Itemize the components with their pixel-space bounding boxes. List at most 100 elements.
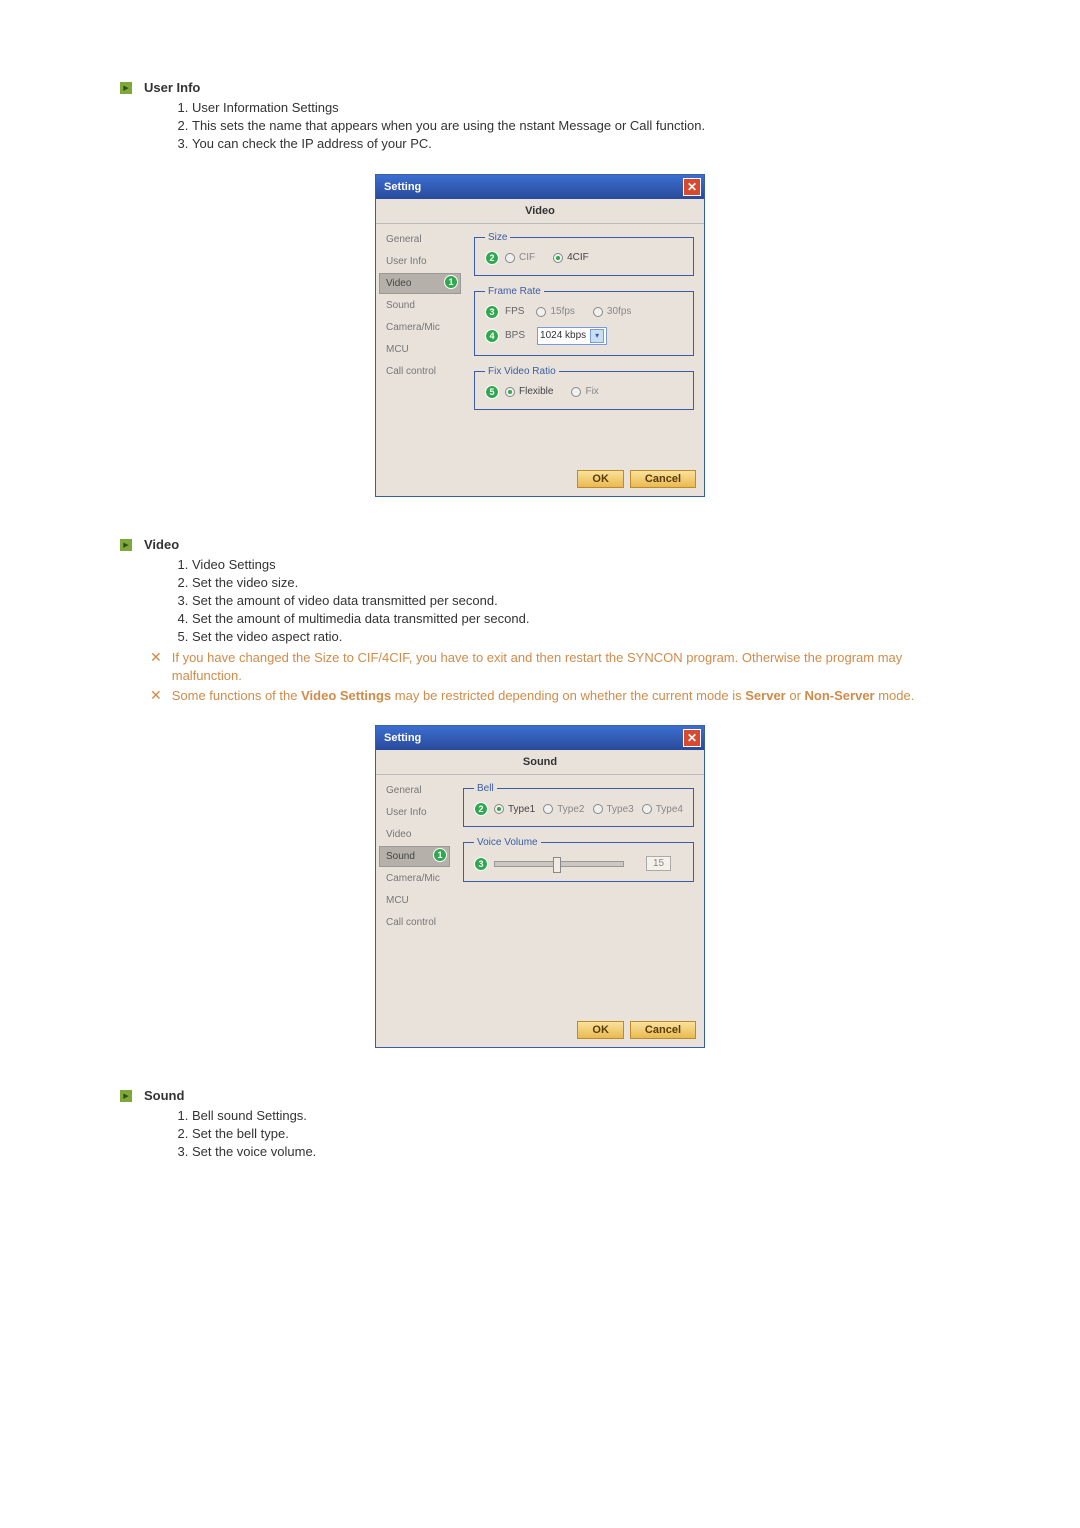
bell-legend: Bell xyxy=(474,783,497,794)
list-item: Set the video aspect ratio. xyxy=(192,628,960,646)
sound-dialog-container: Setting ✕ Sound General User Info Video … xyxy=(120,725,960,1048)
bell-fieldset: Bell 2 Type1 Type2 Type3 Type4 xyxy=(463,783,694,827)
sidebar-item-userinfo[interactable]: User Info xyxy=(379,802,450,823)
dialog-sidebar: General User Info Video 1 Sound Camera/M… xyxy=(376,224,464,464)
bps-select[interactable]: 1024 kbps ▾ xyxy=(537,327,607,345)
dialog-titlebar[interactable]: Setting ✕ xyxy=(376,175,704,199)
dialog-footer: OK Cancel xyxy=(376,464,704,496)
dialog-sidebar: General User Info Video Sound 1 Camera/M… xyxy=(376,775,453,1015)
ok-button[interactable]: OK xyxy=(577,1021,624,1039)
badge-one-icon: 1 xyxy=(444,275,458,289)
radio-type1[interactable]: Type1 xyxy=(494,804,535,815)
sidebar-item-userinfo[interactable]: User Info xyxy=(379,251,461,272)
cancel-button[interactable]: Cancel xyxy=(630,1021,696,1039)
bps-selected-value: 1024 kbps xyxy=(540,330,586,341)
dialog-content: Size 2 CIF 4CIF Frame Rate 3 xyxy=(464,224,704,464)
list-item: Set the amount of multimedia data transm… xyxy=(192,610,960,628)
radio-label: Fix xyxy=(585,386,598,397)
radio-type2[interactable]: Type2 xyxy=(543,804,584,815)
dialog-tab-title: Sound xyxy=(376,750,704,775)
close-icon[interactable]: ✕ xyxy=(683,729,701,747)
badge-five-icon: 5 xyxy=(485,385,499,399)
radio-cif[interactable]: CIF xyxy=(505,252,535,263)
framerate-fieldset: Frame Rate 3 FPS 15fps 30fps 4 BPS xyxy=(474,286,694,356)
sidebar-item-general[interactable]: General xyxy=(379,229,461,250)
section-header: User Info xyxy=(120,80,960,95)
bps-label: BPS xyxy=(505,330,525,341)
slider-thumb[interactable] xyxy=(553,857,561,873)
volume-slider[interactable] xyxy=(494,861,624,867)
sound-list: Bell sound Settings. Set the bell type. … xyxy=(120,1107,960,1162)
list-item: User Information Settings xyxy=(192,99,960,117)
section-header: Sound xyxy=(120,1088,960,1103)
section-sound: Sound Bell sound Settings. Set the bell … xyxy=(120,1088,960,1162)
radio-fix[interactable]: Fix xyxy=(571,386,598,397)
sidebar-item-general[interactable]: General xyxy=(379,780,450,801)
volume-fieldset: Voice Volume 3 15 xyxy=(463,837,694,882)
sidebar-item-label: Sound xyxy=(386,851,415,862)
sidebar-item-sound[interactable]: Sound 1 xyxy=(379,846,450,867)
warning-row: ✕ If you have changed the Size to CIF/4C… xyxy=(120,649,960,685)
arrow-bullet-icon xyxy=(120,539,132,551)
radio-30fps[interactable]: 30fps xyxy=(593,306,631,317)
sidebar-item-callcontrol[interactable]: Call control xyxy=(379,912,450,933)
sidebar-item-callcontrol[interactable]: Call control xyxy=(379,361,461,382)
list-item: Set the bell type. xyxy=(192,1125,960,1143)
badge-one-icon: 1 xyxy=(433,848,447,862)
section-header: Video xyxy=(120,537,960,552)
radio-label: Type4 xyxy=(656,804,683,815)
radio-4cif[interactable]: 4CIF xyxy=(553,252,589,263)
radio-type4[interactable]: Type4 xyxy=(642,804,683,815)
warning-row: ✕ Some functions of the Video Settings m… xyxy=(120,687,960,705)
list-item: Video Settings xyxy=(192,556,960,574)
radio-label: CIF xyxy=(519,252,535,263)
list-item: This sets the name that appears when you… xyxy=(192,117,960,135)
ratio-fieldset: Fix Video Ratio 5 Flexible Fix xyxy=(474,366,694,410)
dialog-title: Setting xyxy=(384,732,421,744)
sidebar-item-label: Video xyxy=(386,278,411,289)
badge-three-icon: 3 xyxy=(474,857,488,871)
cancel-button[interactable]: Cancel xyxy=(630,470,696,488)
settings-dialog-sound: Setting ✕ Sound General User Info Video … xyxy=(375,725,705,1048)
badge-three-icon: 3 xyxy=(485,305,499,319)
list-item: Set the video size. xyxy=(192,574,960,592)
sidebar-item-video[interactable]: Video xyxy=(379,824,450,845)
ok-button[interactable]: OK xyxy=(577,470,624,488)
sidebar-item-camera[interactable]: Camera/Mic xyxy=(379,868,450,889)
fps-label: FPS xyxy=(505,306,524,317)
list-item: Set the amount of video data transmitted… xyxy=(192,592,960,610)
warning-text: Some functions of the Video Settings may… xyxy=(172,687,915,705)
radio-15fps[interactable]: 15fps xyxy=(536,306,574,317)
dialog-body: General User Info Video 1 Sound Camera/M… xyxy=(376,224,704,464)
radio-label: 30fps xyxy=(607,306,631,317)
sidebar-item-mcu[interactable]: MCU xyxy=(379,339,461,360)
radio-label: 15fps xyxy=(550,306,574,317)
dialog-body: General User Info Video Sound 1 Camera/M… xyxy=(376,775,704,1015)
radio-label: 4CIF xyxy=(567,252,589,263)
sidebar-item-sound[interactable]: Sound xyxy=(379,295,461,316)
sidebar-item-video[interactable]: Video 1 xyxy=(379,273,461,294)
user-info-list: User Information Settings This sets the … xyxy=(120,99,960,154)
sidebar-item-mcu[interactable]: MCU xyxy=(379,890,450,911)
badge-two-icon: 2 xyxy=(474,802,488,816)
badge-four-icon: 4 xyxy=(485,329,499,343)
list-item: Bell sound Settings. xyxy=(192,1107,960,1125)
dialog-footer: OK Cancel xyxy=(376,1015,704,1047)
framerate-legend: Frame Rate xyxy=(485,286,544,297)
dialog-titlebar[interactable]: Setting ✕ xyxy=(376,726,704,750)
close-icon[interactable]: ✕ xyxy=(683,178,701,196)
radio-type3[interactable]: Type3 xyxy=(593,804,634,815)
section-video: Video Video Settings Set the video size.… xyxy=(120,537,960,1049)
radio-label: Type2 xyxy=(557,804,584,815)
badge-two-icon: 2 xyxy=(485,251,499,265)
sidebar-item-camera[interactable]: Camera/Mic xyxy=(379,317,461,338)
section-title: Video xyxy=(144,537,179,552)
settings-dialog-video: Setting ✕ Video General User Info Video … xyxy=(375,174,705,497)
radio-flexible[interactable]: Flexible xyxy=(505,386,553,397)
section-title: Sound xyxy=(144,1088,184,1103)
radio-label: Type3 xyxy=(607,804,634,815)
dialog-title: Setting xyxy=(384,181,421,193)
warning-text: If you have changed the Size to CIF/4CIF… xyxy=(172,649,960,685)
radio-label: Type1 xyxy=(508,804,535,815)
arrow-bullet-icon xyxy=(120,82,132,94)
